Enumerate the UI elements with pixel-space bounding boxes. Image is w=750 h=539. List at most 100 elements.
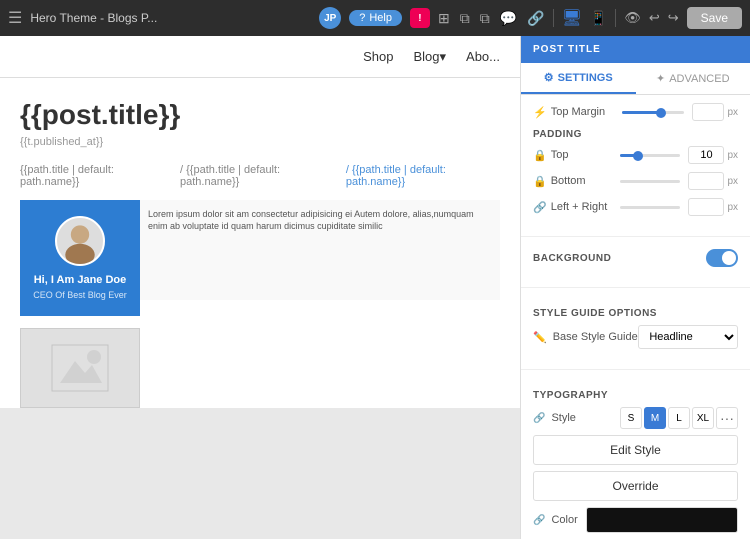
copy-icon[interactable]: ⧉ — [480, 10, 490, 27]
padding-top-unit: px — [727, 150, 738, 161]
alert-icon[interactable]: ! — [410, 8, 430, 28]
padding-bottom-unit: px — [727, 176, 738, 187]
canvas-nav: Shop Blog▾ Abo... — [0, 36, 520, 78]
breadcrumb-2: / {{path.title | default: path.name}} — [180, 164, 334, 188]
redo-icon[interactable]: ↪ — [668, 10, 679, 26]
nav-about[interactable]: Abo... — [466, 49, 500, 64]
base-style-guide-row: ✏️ Base Style Guide Headline Body Custom — [533, 325, 738, 349]
typography-style-row: 🔗 Style S M L XL ··· — [533, 407, 738, 429]
padding-lr-input[interactable] — [688, 198, 724, 216]
hero-section: {{post.title}} {{t.published_at}} {{path… — [0, 78, 520, 408]
link-icon[interactable]: 🔗 — [527, 10, 544, 27]
settings-gear-icon: ⚙ — [544, 71, 554, 84]
size-buttons: S M L XL ··· — [620, 407, 738, 429]
top-margin-slider[interactable] — [622, 111, 685, 114]
color-link-icon: 🔗 — [533, 515, 545, 526]
avatar[interactable]: JP — [319, 7, 341, 29]
override-button[interactable]: Override — [533, 471, 738, 501]
margin-section: ⚡ Top Margin px PADDING 🔒 Top — [521, 95, 750, 232]
padding-top-slider[interactable] — [620, 154, 681, 157]
pencil-icon: ✏️ — [533, 331, 547, 344]
profile-name: Hi, I Am Jane Doe — [32, 274, 128, 287]
padding-bottom-row: 🔒 Bottom px — [533, 172, 738, 190]
padding-bottom-lock-icon: 🔒 — [533, 175, 547, 188]
divider-1 — [521, 236, 750, 237]
style-link-icon: 🔗 — [533, 413, 545, 424]
panel-body: ⚡ Top Margin px PADDING 🔒 Top — [521, 95, 750, 539]
background-toggle[interactable] — [706, 249, 738, 267]
help-icon: ? — [359, 12, 365, 24]
settings-panel: POST TITLE ⚙ SETTINGS ✦ ADVANCED ⚡ Top M… — [520, 36, 750, 539]
padding-top-lock-icon: 🔒 — [533, 149, 547, 162]
layers-icon[interactable]: ⧉ — [460, 10, 470, 27]
padding-lr-link-icon: 🔗 — [533, 201, 547, 214]
avatar — [55, 216, 105, 266]
size-btn-more[interactable]: ··· — [716, 407, 738, 429]
link2-icon: ⚡ — [533, 106, 547, 119]
toggle-knob — [722, 251, 736, 265]
panel-header: POST TITLE — [521, 36, 750, 63]
padding-lr-unit: px — [727, 202, 738, 213]
style-label: Style — [551, 412, 620, 424]
size-btn-xl[interactable]: XL — [692, 407, 714, 429]
size-btn-s[interactable]: S — [620, 407, 642, 429]
help-button[interactable]: ? Help — [349, 10, 402, 26]
desktop-icon[interactable]: 🖥 — [562, 8, 582, 28]
base-style-guide-select[interactable]: Headline Body Custom — [638, 325, 738, 349]
padding-top-label: Top — [551, 149, 612, 161]
menu-icon[interactable]: ☰ — [8, 8, 22, 28]
save-button[interactable]: Save — [687, 7, 742, 29]
padding-bottom-input[interactable] — [688, 172, 724, 190]
tab-advanced[interactable]: ✦ ADVANCED — [636, 63, 750, 94]
size-btn-l[interactable]: L — [668, 407, 690, 429]
page-title: Hero Theme - Blogs P... — [30, 11, 311, 25]
base-style-guide-label: Base Style Guide — [553, 331, 639, 343]
nav-blog[interactable]: Blog▾ — [413, 49, 446, 65]
comment-icon[interactable]: 💬 — [500, 10, 517, 27]
blog-text: Lorem ipsum dolor sit am consectetur adi… — [140, 200, 500, 300]
undo-icon[interactable]: ↩ — [649, 10, 660, 26]
edit-style-button[interactable]: Edit Style — [533, 435, 738, 465]
padding-lr-slider[interactable] — [620, 206, 681, 209]
breadcrumb-3: / {{path.title | default: path.name}} — [346, 164, 500, 188]
style-guide-section: STYLE GUIDE OPTIONS ✏️ Base Style Guide … — [521, 292, 750, 365]
divider2 — [615, 9, 616, 27]
top-margin-row: ⚡ Top Margin px — [533, 103, 738, 121]
mobile-icon[interactable]: 📱 — [590, 10, 607, 27]
color-swatch[interactable] — [586, 507, 738, 533]
profile-role: CEO Of Best Blog Ever — [32, 290, 128, 300]
top-margin-unit: px — [727, 107, 738, 118]
main-layout: Shop Blog▾ Abo... {{post.title}} {{t.pub… — [0, 36, 750, 539]
top-margin-label: Top Margin — [551, 106, 614, 118]
canvas-area: Shop Blog▾ Abo... {{post.title}} {{t.pub… — [0, 36, 520, 539]
grid-icon[interactable]: ⊞ — [438, 10, 450, 27]
eye-icon[interactable]: 👁 — [624, 10, 641, 26]
breadcrumb-sep-2 — [338, 164, 342, 188]
divider-3 — [521, 369, 750, 370]
panel-tabs: ⚙ SETTINGS ✦ ADVANCED — [521, 63, 750, 95]
top-margin-input[interactable] — [692, 103, 724, 121]
padding-section-title: PADDING — [533, 129, 738, 140]
tab-settings[interactable]: ⚙ SETTINGS — [521, 63, 636, 94]
card-section: Hi, I Am Jane Doe CEO Of Best Blog Ever … — [20, 200, 500, 316]
divider-2 — [521, 287, 750, 288]
size-btn-m[interactable]: M — [644, 407, 666, 429]
padding-top-input[interactable]: 10 — [688, 146, 724, 164]
typography-section: TYPOGRAPHY 🔗 Style S M L XL ··· Edit Sty… — [521, 374, 750, 539]
padding-bottom-slider[interactable] — [620, 180, 681, 183]
color-row: 🔗 Color — [533, 507, 738, 533]
padding-lr-label: Left + Right — [551, 201, 612, 213]
breadcrumbs: {{path.title | default: path.name}} / {{… — [20, 164, 500, 188]
post-title-var: {{post.title}} — [20, 98, 500, 132]
typography-title: TYPOGRAPHY — [533, 390, 738, 401]
breadcrumb-1: {{path.title | default: path.name}} — [20, 164, 168, 188]
style-guide-title: STYLE GUIDE OPTIONS — [533, 308, 738, 319]
padding-lr-row: 🔗 Left + Right px — [533, 198, 738, 216]
color-label: Color — [551, 514, 577, 526]
divider — [553, 9, 554, 27]
profile-card: Hi, I Am Jane Doe CEO Of Best Blog Ever — [20, 200, 140, 316]
padding-top-row: 🔒 Top 10 px — [533, 146, 738, 164]
advanced-icon: ✦ — [656, 72, 665, 85]
nav-shop[interactable]: Shop — [363, 49, 393, 64]
toolbar-icons: ⊞ ⧉ ⧉ 💬 🔗 — [438, 10, 545, 27]
